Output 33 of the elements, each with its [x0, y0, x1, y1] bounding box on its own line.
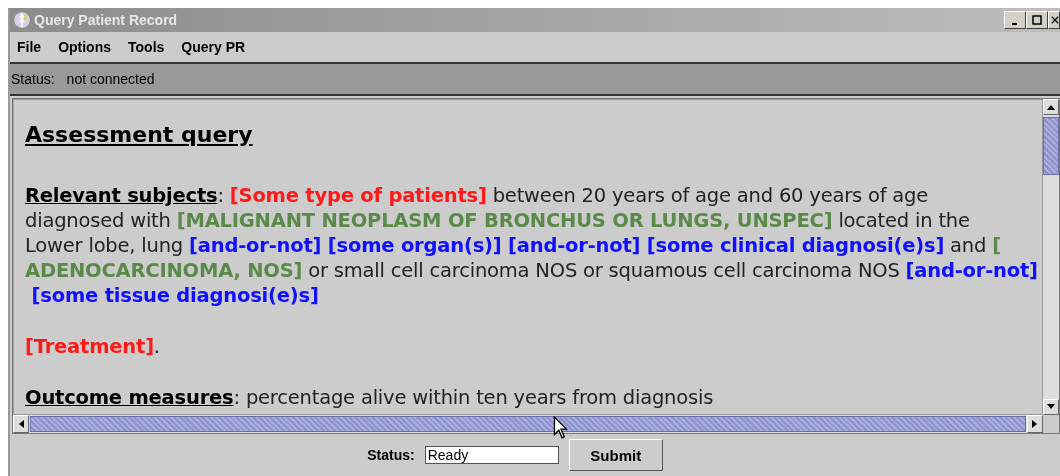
query-paragraph: Relevant subjects: [Some type of patients] between 20 years of age and 60 years of age diagnosed with [MALIGNANT NEOPLASM OF BRONCHUS OR LUNGS, UNSPEC] located in the Lower lobe, lung [and-or-not] [some organ(s)] [and-or-not] [some clinical diagnosi(e)s] and [ ADENOCARCINOMA, NOS] or small cell carcinoma NOS or squamous cell carcinoma NOS [and-or-not] [some tissue diagnosi(e)s]: [25, 183, 1039, 308]
down-arrow-icon: [1047, 404, 1055, 410]
up-arrow-icon: [1047, 104, 1055, 110]
left-arrow-icon: [18, 420, 24, 428]
menu-item[interactable]: File: [17, 39, 42, 55]
minimize-button[interactable]: [1004, 11, 1026, 29]
menu-item[interactable]: Tools: [128, 39, 165, 55]
scroll-thumb[interactable]: [30, 416, 1026, 432]
close-icon: [1051, 15, 1059, 25]
right-arrow-icon: [1032, 420, 1038, 428]
document-heading: Assessment query: [25, 122, 254, 147]
scroll-up-button[interactable]: [1043, 99, 1059, 115]
status-label: Status:: [367, 447, 415, 463]
menu-item[interactable]: Options: [58, 39, 111, 55]
vertical-scrollbar[interactable]: [1043, 99, 1059, 415]
scroll-down-button[interactable]: [1043, 399, 1059, 415]
maximize-button[interactable]: [1026, 11, 1048, 29]
maximize-icon: [1032, 15, 1042, 25]
window-title: Query Patient Record: [34, 12, 179, 28]
submit-button[interactable]: Submit: [568, 439, 663, 471]
menu-item[interactable]: Query PR: [181, 39, 246, 55]
close-button[interactable]: [1048, 11, 1060, 29]
horizontal-scrollbar[interactable]: [13, 415, 1059, 433]
scroll-thumb[interactable]: [1043, 117, 1059, 175]
query-paragraph: [Treatment].: [25, 334, 161, 359]
status-value: not connected: [66, 71, 155, 87]
status-field[interactable]: Ready: [424, 446, 559, 464]
scroll-right-button[interactable]: [1027, 415, 1043, 433]
minimize-icon: [1011, 23, 1017, 25]
app-icon: [13, 11, 31, 29]
scroll-left-button[interactable]: [13, 415, 29, 433]
status-label: Status:: [11, 71, 55, 87]
query-paragraph: Outcome measures: percentage alive within ten years from diagnosis: [25, 385, 715, 410]
